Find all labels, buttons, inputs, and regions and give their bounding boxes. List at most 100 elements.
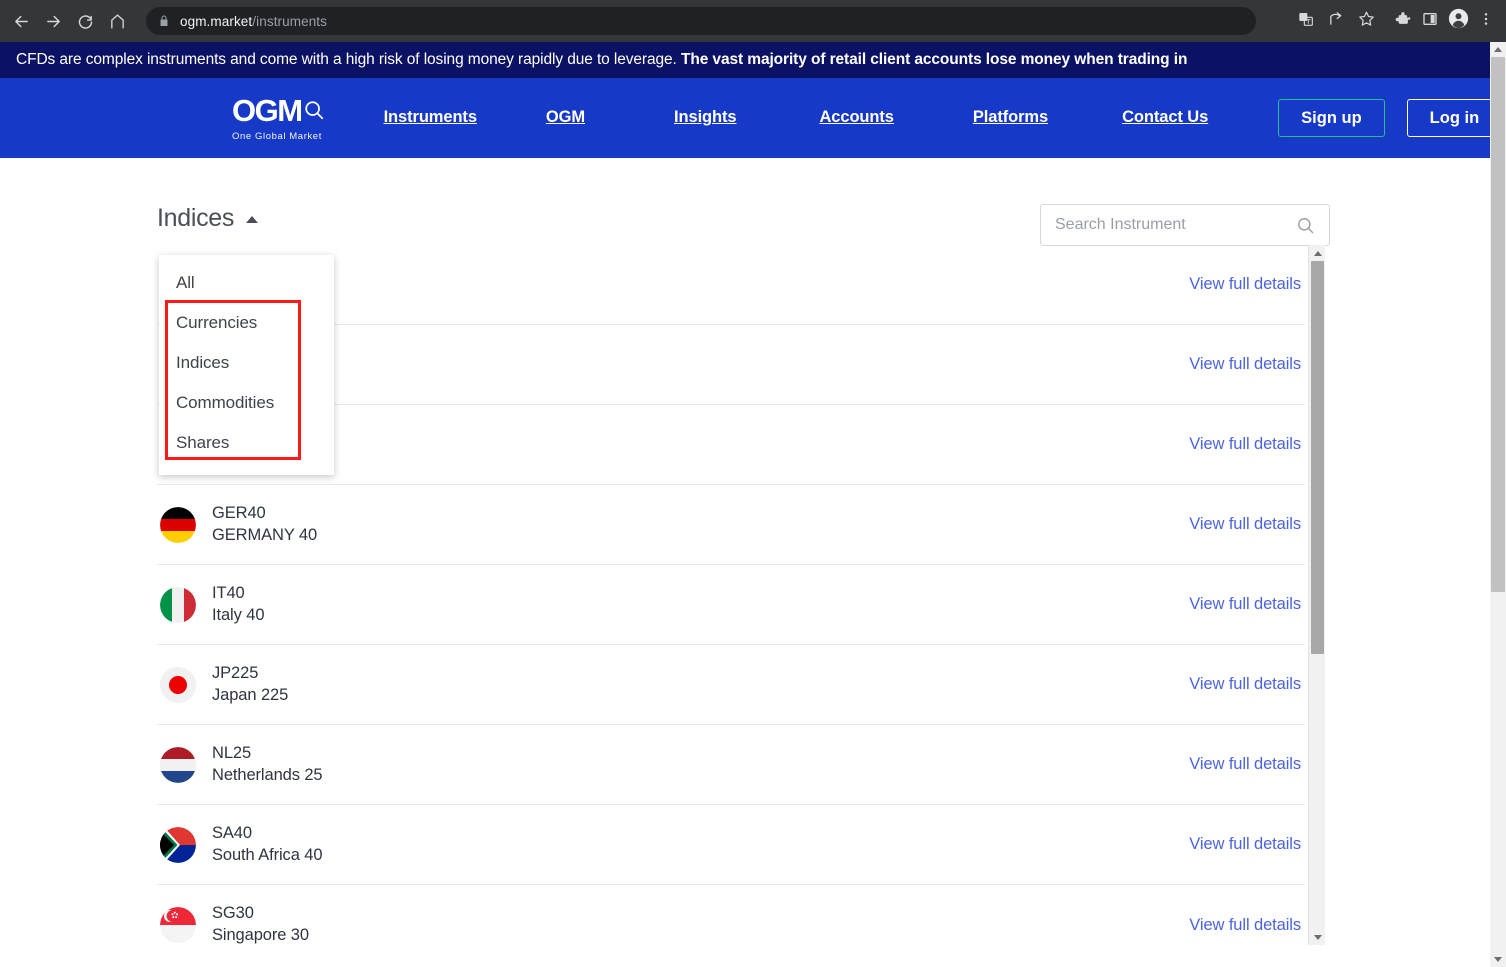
view-full-details-link[interactable]: View full details xyxy=(1189,675,1301,694)
browser-chrome: ogm.market/instruments xyxy=(0,0,1506,42)
chevron-up-icon xyxy=(246,216,259,223)
view-full-details-link[interactable]: View full details xyxy=(1189,755,1301,774)
home-icon xyxy=(109,13,126,30)
cfd-risk-text: CFDs are complex instruments and come wi… xyxy=(0,51,1187,69)
dropdown-item-currencies[interactable]: Currencies xyxy=(159,303,334,343)
table-row[interactable]: JP225 Japan 225 View full details xyxy=(157,645,1305,725)
nav-item-accounts[interactable]: Accounts xyxy=(819,108,893,127)
view-full-details-link[interactable]: View full details xyxy=(1189,916,1301,935)
view-full-details-link[interactable]: View full details xyxy=(1189,355,1301,374)
category-filter-label: Indices xyxy=(157,204,235,232)
view-full-details-link[interactable]: View full details xyxy=(1189,275,1301,294)
side-panel-icon xyxy=(1422,11,1438,32)
three-dot-menu-icon xyxy=(1478,11,1494,32)
nav-item-instruments[interactable]: Instruments xyxy=(384,108,477,127)
forward-button[interactable] xyxy=(38,6,68,36)
category-dropdown-menu[interactable]: All Currencies Indices Commodities Share… xyxy=(159,255,334,475)
instrument-code: GER40 xyxy=(212,503,266,522)
view-full-details-link[interactable]: View full details xyxy=(1189,435,1301,454)
triangle-up-icon xyxy=(1494,47,1502,52)
view-full-details-link[interactable]: View full details xyxy=(1189,835,1301,854)
cfd-text-regular: CFDs are complex instruments and come wi… xyxy=(16,51,681,69)
south-africa-flag-icon xyxy=(160,826,196,863)
scroll-down-arrow-button[interactable] xyxy=(1309,929,1326,945)
search-instrument-box[interactable] xyxy=(1040,204,1330,246)
table-row[interactable]: NL25 Netherlands 25 View full details xyxy=(157,725,1305,805)
search-icon[interactable] xyxy=(1296,216,1315,235)
translate-button[interactable] xyxy=(1292,7,1320,35)
reload-button[interactable] xyxy=(70,6,100,36)
instrument-labels: NL25 Netherlands 25 xyxy=(212,743,323,787)
cfd-risk-banner: CFDs are complex instruments and come wi… xyxy=(0,42,1490,78)
share-icon xyxy=(1328,10,1345,32)
scroll-up-arrow-button[interactable] xyxy=(1309,245,1326,261)
browser-menu-button[interactable] xyxy=(1472,7,1500,35)
table-row[interactable]: GER40 GERMANY 40 View full details xyxy=(157,485,1305,565)
dropdown-item-indices[interactable]: Indices xyxy=(159,343,334,383)
view-full-details-link[interactable]: View full details xyxy=(1189,595,1301,614)
instrument-name: Singapore 30 xyxy=(212,926,309,944)
instrument-labels: SG30 Singapore 30 xyxy=(212,903,309,945)
forward-arrow-icon xyxy=(45,13,62,30)
scrollbar-thumb[interactable] xyxy=(1311,261,1324,654)
search-input[interactable] xyxy=(1055,216,1296,234)
view-full-details-link[interactable]: View full details xyxy=(1189,515,1301,534)
table-row[interactable]: SG30 Singapore 30 View full details xyxy=(157,885,1305,945)
site-logo[interactable]: OGM One Global Market xyxy=(232,95,325,142)
profile-avatar-icon xyxy=(1448,8,1469,34)
triangle-down-icon xyxy=(1494,957,1502,962)
side-panel-button[interactable] xyxy=(1416,7,1444,35)
site-header: OGM One Global Market Instruments OGM In… xyxy=(0,78,1503,158)
instrument-name: Italy 40 xyxy=(212,605,265,624)
singapore-flag-icon xyxy=(160,907,196,943)
logo-text: OGM xyxy=(232,92,303,128)
instrument-name: Netherlands 25 xyxy=(212,765,323,784)
window-scroll-down-button[interactable] xyxy=(1490,952,1506,967)
nav-item-platforms[interactable]: Platforms xyxy=(973,108,1048,127)
lock-icon xyxy=(158,14,170,28)
window-scroll-up-button[interactable] xyxy=(1490,42,1506,57)
table-row[interactable]: SA40 South Africa 40 View full details xyxy=(157,805,1305,885)
profile-button[interactable] xyxy=(1444,7,1472,35)
italy-flag-icon xyxy=(160,586,196,623)
nav-item-insights[interactable]: Insights xyxy=(674,108,737,127)
category-filter-dropdown-toggle[interactable]: Indices xyxy=(157,204,259,233)
instrument-code: NL25 xyxy=(212,743,252,762)
main-navigation: Instruments OGM Insights Accounts Platfo… xyxy=(351,98,1503,138)
omnibox-inline-icons xyxy=(1292,7,1380,35)
instrument-list-scrollbar[interactable] xyxy=(1308,245,1325,945)
dropdown-item-commodities[interactable]: Commodities xyxy=(159,383,334,423)
window-scrollbar-thumb[interactable] xyxy=(1491,57,1505,592)
triangle-down-icon xyxy=(1313,934,1322,940)
instrument-labels: SA40 South Africa 40 xyxy=(212,823,323,867)
logo-magnifier-icon xyxy=(303,99,325,121)
instrument-code: IT40 xyxy=(212,583,245,602)
bookmark-button[interactable] xyxy=(1352,7,1380,35)
url-domain: ogm.market xyxy=(180,13,253,29)
extensions-button[interactable] xyxy=(1388,7,1416,35)
translate-icon xyxy=(1298,11,1314,32)
instrument-labels: IT40 Italy 40 xyxy=(212,583,265,627)
log-in-button[interactable]: Log in xyxy=(1406,98,1503,138)
url-path: /instruments xyxy=(252,13,328,29)
triangle-up-icon xyxy=(1313,250,1322,256)
instrument-name: Japan 225 xyxy=(212,685,289,704)
nav-item-ogm[interactable]: OGM xyxy=(546,108,585,127)
table-row[interactable]: IT40 Italy 40 View full details xyxy=(157,565,1305,645)
netherlands-flag-icon xyxy=(160,746,196,783)
instrument-name: GERMANY 40 xyxy=(212,525,318,544)
address-bar[interactable]: ogm.market/instruments xyxy=(146,7,1256,35)
back-button[interactable] xyxy=(6,6,36,36)
sign-up-button[interactable]: Sign up xyxy=(1278,98,1385,138)
star-icon xyxy=(1358,10,1375,32)
instrument-code: SG30 xyxy=(212,904,254,923)
puzzle-piece-icon xyxy=(1394,10,1411,32)
dropdown-item-shares[interactable]: Shares xyxy=(159,423,334,463)
instrument-labels: JP225 Japan 225 xyxy=(212,663,288,707)
window-scrollbar[interactable] xyxy=(1490,42,1506,967)
nav-item-contact-us[interactable]: Contact Us xyxy=(1122,108,1208,127)
logo-mark: OGM xyxy=(232,95,325,126)
dropdown-item-all[interactable]: All xyxy=(159,263,334,303)
home-button[interactable] xyxy=(102,6,132,36)
share-button[interactable] xyxy=(1322,7,1350,35)
